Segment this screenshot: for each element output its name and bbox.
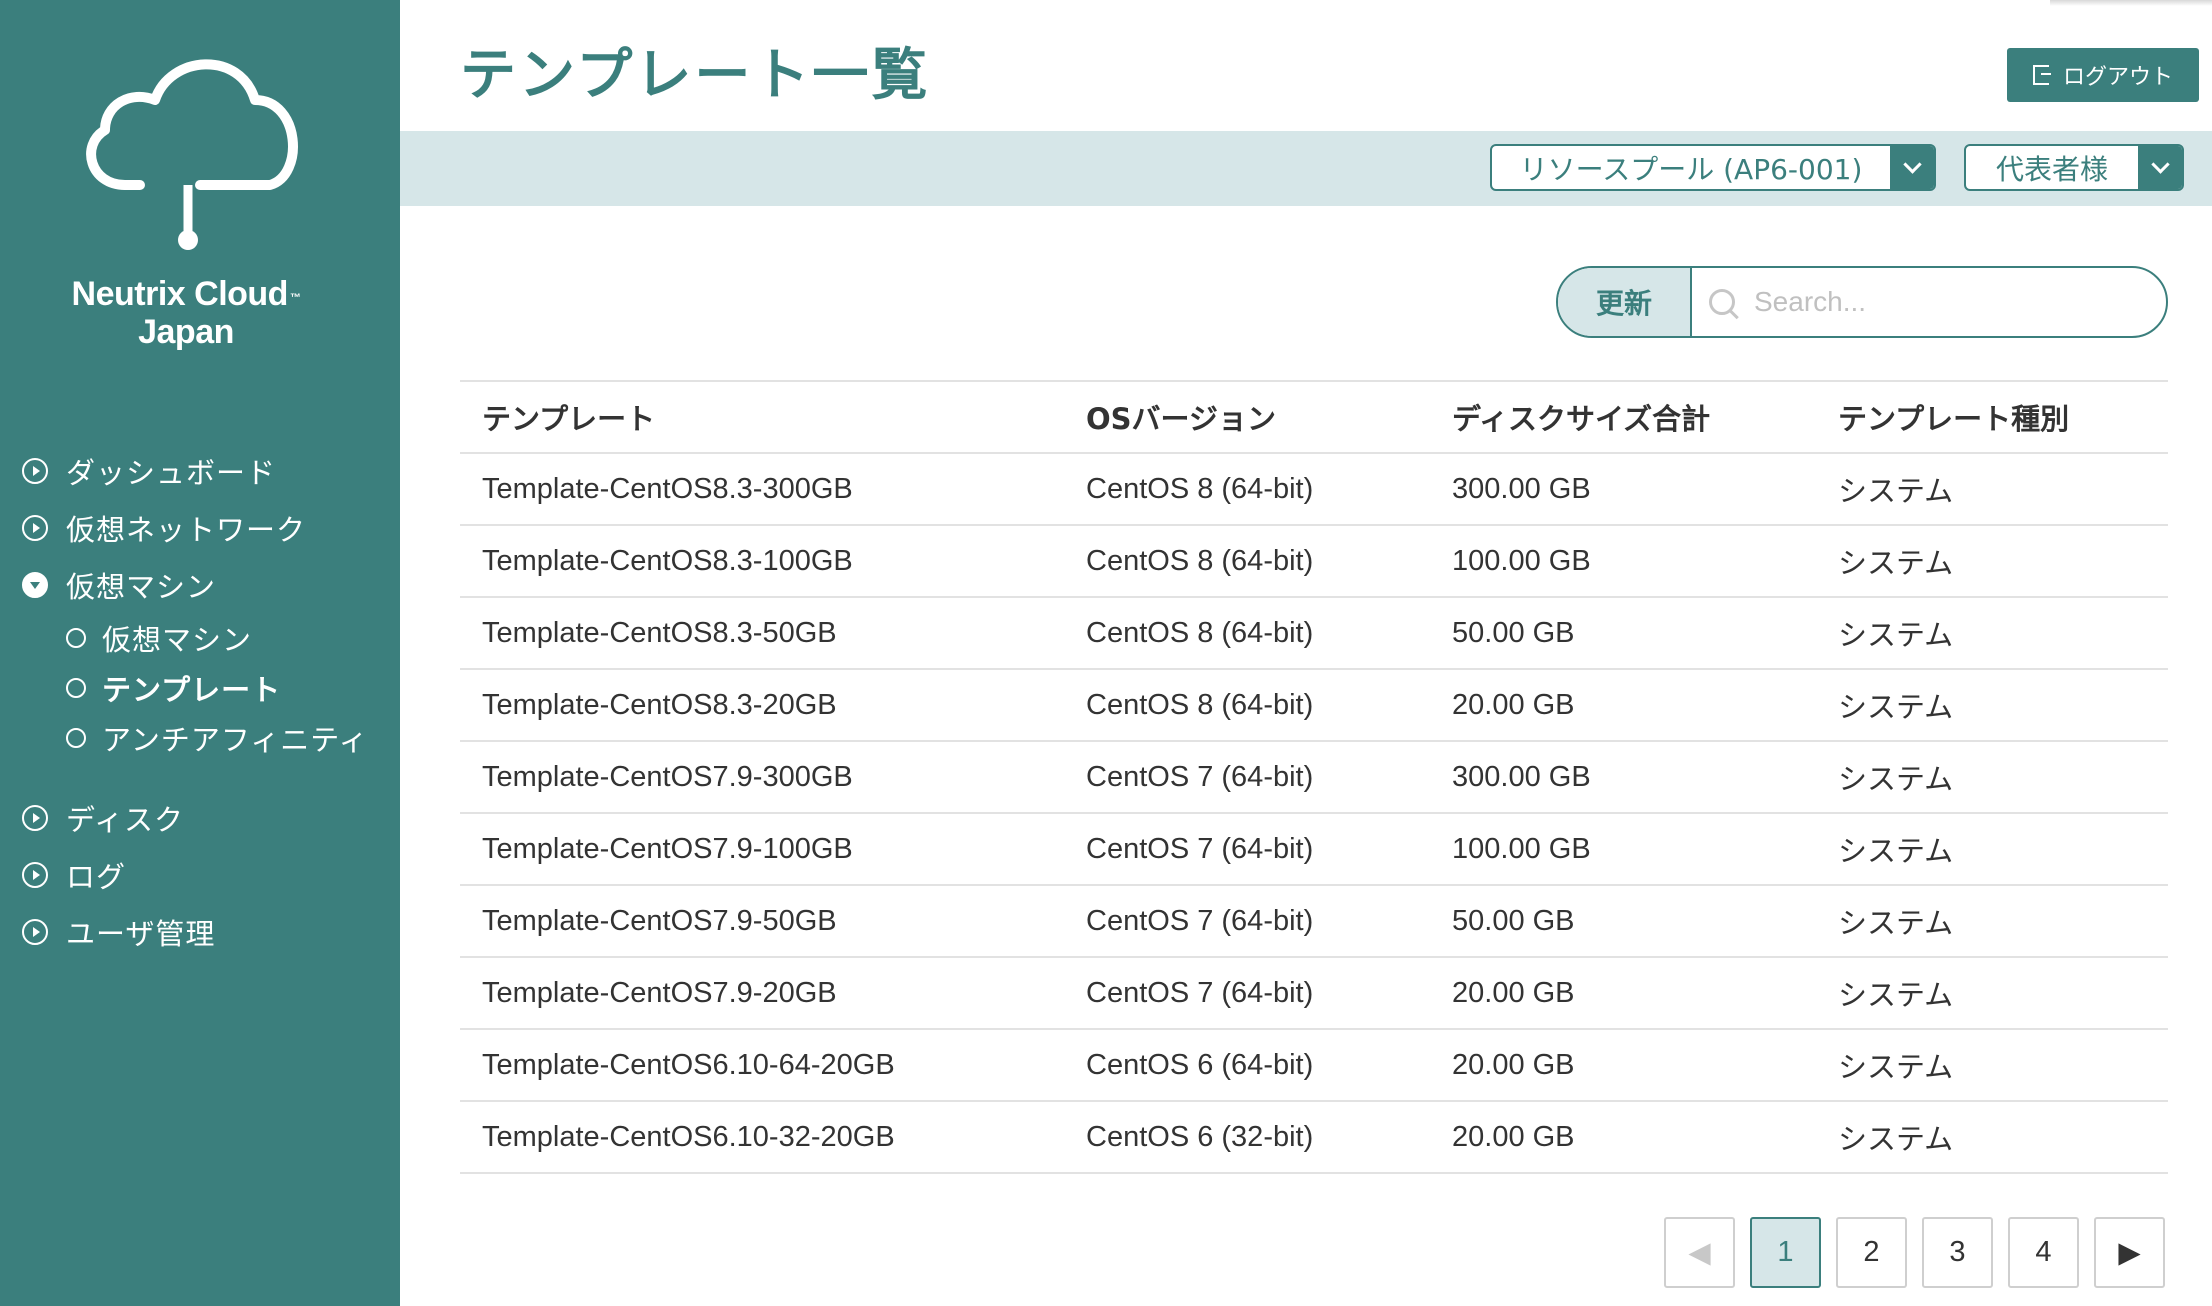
cell-template-type: システム	[1816, 813, 2168, 886]
circle-icon	[66, 628, 86, 648]
table-header-row: テンプレート OSバージョン ディスクサイズ合計 テンプレート種別	[460, 380, 2168, 454]
sidebar-item-dashboard[interactable]: ダッシュボード	[0, 442, 400, 499]
sidebar-item-log[interactable]: ログ	[0, 846, 400, 903]
page-button-3[interactable]: 3	[1922, 1217, 1993, 1288]
cell-template-name: Template-CentOS6.10-64-20GB	[460, 1029, 1064, 1102]
cell-disk-size: 20.00 GB	[1430, 1029, 1816, 1102]
table-row[interactable]: Template-CentOS7.9-300GB CentOS 7 (64-bit…	[460, 741, 2168, 814]
cell-os-version: CentOS 8 (64-bit)	[1064, 597, 1430, 670]
cell-template-type: システム	[1816, 669, 2168, 742]
logout-icon	[2032, 65, 2051, 85]
page-button-4[interactable]: 4	[2008, 1217, 2079, 1288]
search-input[interactable]	[1752, 268, 2166, 336]
chevron-right-circle-icon	[22, 861, 48, 888]
cell-template-type: システム	[1816, 957, 2168, 1030]
table-row[interactable]: Template-CentOS7.9-20GB CentOS 7 (64-bit)…	[460, 957, 2168, 1030]
cell-os-version: CentOS 8 (64-bit)	[1064, 669, 1430, 742]
page-button-1[interactable]: 1	[1750, 1217, 1821, 1288]
column-header-disk-size[interactable]: ディスクサイズ合計	[1430, 380, 1816, 454]
sidebar-item-user-management[interactable]: ユーザ管理	[0, 903, 400, 960]
cell-os-version: CentOS 8 (64-bit)	[1064, 453, 1430, 526]
column-header-template-type[interactable]: テンプレート種別	[1816, 380, 2168, 454]
chevron-right-circle-icon	[22, 918, 48, 945]
logout-button[interactable]: ログアウト	[2007, 48, 2199, 102]
sidebar-item-disk[interactable]: ディスク	[0, 789, 400, 846]
cloud-logo-icon	[86, 59, 298, 250]
cell-template-name: Template-CentOS7.9-50GB	[460, 885, 1064, 958]
sidebar: Neutrix Cloud ™ Japan ダッシュボード 仮想ネットワーク 仮想…	[0, 0, 400, 1306]
cell-template-type: システム	[1816, 597, 2168, 670]
filter-bar	[400, 131, 2212, 206]
cell-template-name: Template-CentOS8.3-50GB	[460, 597, 1064, 670]
cell-os-version: CentOS 7 (64-bit)	[1064, 813, 1430, 886]
cell-template-type: システム	[1816, 453, 2168, 526]
cell-os-version: CentOS 7 (64-bit)	[1064, 885, 1430, 958]
cell-os-version: CentOS 7 (64-bit)	[1064, 741, 1430, 814]
chevron-down-icon	[1890, 146, 1934, 189]
cell-disk-size: 20.00 GB	[1430, 957, 1816, 1030]
table-row[interactable]: Template-CentOS6.10-64-20GB CentOS 6 (64-…	[460, 1029, 2168, 1102]
page-title: テンプレート一覧	[460, 43, 931, 108]
table-row[interactable]: Template-CentOS7.9-50GB CentOS 7 (64-bit)…	[460, 885, 2168, 958]
chevron-down-icon	[2138, 146, 2182, 189]
column-header-os-version[interactable]: OSバージョン	[1064, 380, 1430, 454]
chevron-right-circle-icon	[22, 457, 48, 484]
sidebar-subitem-anti-affinity[interactable]: アンチアフィニティ	[0, 713, 400, 763]
pagination: ◀ 1 2 3 4 ▶	[1664, 1217, 2165, 1288]
prev-page-button[interactable]: ◀	[1664, 1217, 1735, 1288]
cell-template-type: システム	[1816, 741, 2168, 814]
template-table: テンプレート OSバージョン ディスクサイズ合計 テンプレート種別 Templa…	[460, 380, 2168, 1174]
cell-template-type: システム	[1816, 885, 2168, 958]
cell-template-type: システム	[1816, 1029, 2168, 1102]
sidebar-item-virtual-machine[interactable]: 仮想マシン	[0, 556, 400, 613]
column-header-template[interactable]: テンプレート	[460, 380, 1064, 454]
table-row[interactable]: Template-CentOS8.3-50GB CentOS 8 (64-bit)…	[460, 597, 2168, 670]
cell-disk-size: 50.00 GB	[1430, 597, 1816, 670]
cell-template-name: Template-CentOS8.3-20GB	[460, 669, 1064, 742]
table-row[interactable]: Template-CentOS8.3-20GB CentOS 8 (64-bit)…	[460, 669, 2168, 742]
cell-template-name: Template-CentOS8.3-300GB	[460, 453, 1064, 526]
cell-disk-size: 50.00 GB	[1430, 885, 1816, 958]
circle-icon	[66, 728, 86, 748]
cell-os-version: CentOS 6 (64-bit)	[1064, 1029, 1430, 1102]
table-row[interactable]: Template-CentOS7.9-100GB CentOS 7 (64-bit…	[460, 813, 2168, 886]
sidebar-nav: ダッシュボード 仮想ネットワーク 仮想マシン 仮想マシン テンプレート アンチア…	[0, 442, 400, 960]
cell-disk-size: 20.00 GB	[1430, 1101, 1816, 1174]
next-page-button[interactable]: ▶	[2094, 1217, 2165, 1288]
sidebar-subitem-virtual-machine[interactable]: 仮想マシン	[0, 613, 400, 663]
cell-template-name: Template-CentOS8.3-100GB	[460, 525, 1064, 598]
sidebar-item-virtual-network[interactable]: 仮想ネットワーク	[0, 499, 400, 556]
cell-disk-size: 100.00 GB	[1430, 525, 1816, 598]
page-button-2[interactable]: 2	[1836, 1217, 1907, 1288]
cell-template-type: システム	[1816, 1101, 2168, 1174]
sidebar-subitem-template[interactable]: テンプレート	[0, 663, 400, 713]
cell-template-name: Template-CentOS7.9-100GB	[460, 813, 1064, 886]
chevron-right-circle-icon	[22, 804, 48, 831]
cell-template-type: システム	[1816, 525, 2168, 598]
table-row[interactable]: Template-CentOS8.3-300GB CentOS 8 (64-bit…	[460, 453, 2168, 526]
cell-disk-size: 300.00 GB	[1430, 453, 1816, 526]
window-edge-shadow	[2050, 0, 2212, 6]
refresh-button[interactable]: 更新	[1558, 268, 1692, 336]
cell-disk-size: 100.00 GB	[1430, 813, 1816, 886]
cell-disk-size: 300.00 GB	[1430, 741, 1816, 814]
cell-disk-size: 20.00 GB	[1430, 669, 1816, 742]
table-row[interactable]: Template-CentOS6.10-32-20GB CentOS 6 (32-…	[460, 1101, 2168, 1174]
cell-os-version: CentOS 7 (64-bit)	[1064, 957, 1430, 1030]
cell-os-version: CentOS 8 (64-bit)	[1064, 525, 1430, 598]
chevron-down-circle-icon	[22, 571, 48, 598]
cell-template-name: Template-CentOS7.9-20GB	[460, 957, 1064, 1030]
user-select[interactable]: 代表者様	[1964, 144, 2184, 191]
search-icon	[1692, 268, 1752, 336]
cell-template-name: Template-CentOS7.9-300GB	[460, 741, 1064, 814]
cell-template-name: Template-CentOS6.10-32-20GB	[460, 1101, 1064, 1174]
circle-icon	[66, 678, 86, 698]
brand-name: Neutrix Cloud ™ Japan	[71, 275, 301, 351]
chevron-right-circle-icon	[22, 514, 48, 541]
table-row[interactable]: Template-CentOS8.3-100GB CentOS 8 (64-bit…	[460, 525, 2168, 598]
search-group: 更新	[1556, 266, 2168, 338]
resource-pool-select[interactable]: リソースプール (AP6-001)	[1490, 144, 1936, 191]
cell-os-version: CentOS 6 (32-bit)	[1064, 1101, 1430, 1174]
